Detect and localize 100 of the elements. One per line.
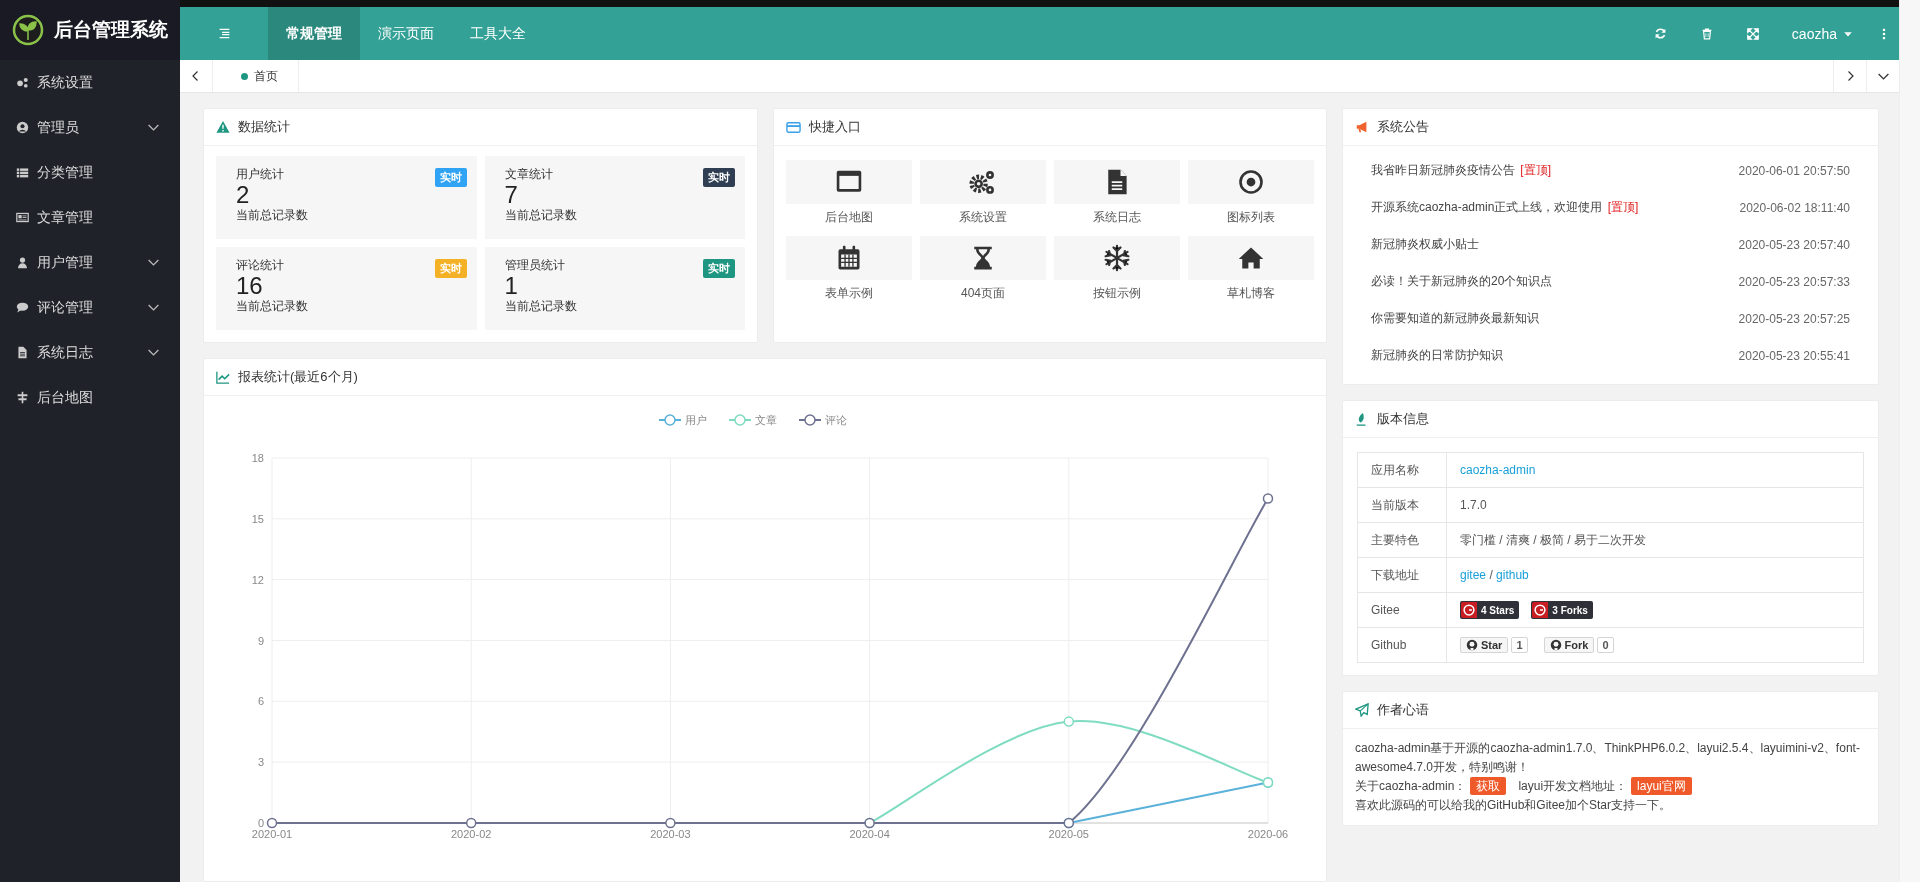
status-badge: 实时	[703, 259, 735, 278]
gears-icon	[969, 168, 997, 196]
notice-link[interactable]: 新冠肺炎权威小贴士	[1371, 236, 1479, 253]
table-cell: 下载地址	[1357, 557, 1447, 593]
axis-label: 2020-05	[1048, 828, 1089, 840]
notice-date: 2020-06-01 20:57:50	[1738, 163, 1850, 178]
notice-date: 2020-05-23 20:57:40	[1738, 237, 1850, 252]
notice-date: 2020-05-23 20:57:33	[1738, 274, 1850, 289]
closing-text: 喜欢此源码的可以给我的GitHub和Gitee加个Star支持一下。	[1355, 797, 1673, 814]
list-icon	[16, 166, 29, 179]
gitee-logo-icon	[1463, 604, 1475, 616]
axis-label: 2020-03	[650, 828, 691, 840]
speech-bubble-icon	[16, 301, 29, 314]
leaf-logo-icon	[12, 14, 44, 46]
notice-link[interactable]: 你需要知道的新冠肺炎最新知识	[1371, 310, 1539, 327]
trash-icon	[1700, 27, 1713, 40]
document-icon	[16, 346, 29, 359]
card-title: 数据统计	[238, 118, 290, 136]
sidebar-item[interactable]: 评论管理	[0, 285, 180, 330]
user-icon	[16, 256, 29, 269]
table-cell: 应用名称	[1357, 452, 1447, 488]
stat-value: 2	[236, 183, 250, 207]
legend-label: 评论	[825, 414, 847, 426]
data-point	[665, 817, 676, 829]
data-point	[465, 817, 477, 829]
axis-label: 2020-01	[251, 828, 293, 840]
megaphone-icon	[1355, 120, 1369, 134]
axis-label: 6	[257, 695, 264, 708]
docs-label: layui开发文档地址：	[1518, 779, 1628, 793]
leaf-icon	[1355, 412, 1369, 426]
stat-label: 用户统计	[236, 166, 284, 183]
credit-card-icon	[786, 119, 801, 135]
about-label: 关于caozha-admin：	[1355, 779, 1467, 793]
notice-link[interactable]: 我省昨日新冠肺炎疫情公告 [置顶]	[1371, 162, 1551, 179]
sidebar-item[interactable]: 文章管理	[0, 195, 180, 240]
data-point	[1063, 716, 1075, 727]
stat-note: 当前总记录数	[236, 298, 308, 315]
card-title: 版本信息	[1377, 410, 1429, 428]
version-value: 零门槛 / 清爽 / 极简 / 易于二次开发	[1460, 532, 1646, 547]
axis-label: 0	[257, 817, 264, 829]
sidebar-item[interactable]: 后台地图	[0, 375, 180, 420]
card-title: 作者心语	[1377, 701, 1429, 719]
legend-item[interactable]: 文章	[728, 414, 777, 426]
notice-date: 2020-05-23 20:55:41	[1738, 348, 1850, 363]
axis-label: 18	[251, 452, 264, 464]
app-title: 后台管理系统	[54, 18, 168, 42]
status-badge: 实时	[434, 168, 467, 187]
data-point	[266, 817, 278, 829]
axis-label: 2020-04	[849, 828, 890, 840]
data-point	[1262, 493, 1274, 504]
gears-icon	[16, 76, 29, 89]
sidebar-item[interactable]: 系统日志	[0, 330, 180, 375]
github-button[interactable]: Star	[1460, 637, 1509, 653]
newspaper-icon	[16, 211, 29, 224]
sidebar-item[interactable]: 分类管理	[0, 150, 180, 195]
gitee-logo-icon	[1534, 604, 1547, 616]
legend-item[interactable]: 评论	[798, 414, 847, 426]
paper-plane-icon	[1355, 703, 1369, 717]
stat-note: 当前总记录数	[504, 207, 577, 224]
menu-icon	[217, 27, 231, 40]
gitee-badge[interactable]: 4 Stars	[1460, 601, 1520, 619]
stat-label: 评论统计	[236, 257, 284, 274]
notice-date: 2020-06-02 18:11:40	[1739, 200, 1850, 215]
github-logo-icon	[1549, 639, 1562, 651]
github-count: 0	[1597, 637, 1614, 653]
nav-tab[interactable]: 常规管理	[268, 7, 360, 60]
target-icon	[1237, 168, 1265, 196]
user-circle-icon	[16, 121, 29, 134]
notice-link[interactable]: 必读！关于新冠肺炎的20个知识点	[1371, 273, 1553, 290]
stat-label: 管理员统计	[504, 257, 565, 274]
notice-date: 2020-05-23 20:57:25	[1738, 311, 1850, 326]
line-chart-icon	[216, 370, 230, 384]
card-title: 快捷入口	[809, 118, 861, 136]
github-logo-icon	[1466, 639, 1478, 651]
axis-label: 2020-06	[1247, 828, 1289, 840]
page-tab[interactable]: 首页	[213, 60, 299, 92]
stat-note: 当前总记录数	[236, 207, 308, 224]
stat-note: 当前总记录数	[504, 298, 577, 315]
card-title: 报表统计(最近6个月)	[238, 368, 358, 386]
notice-link[interactable]: 开源系统caozha-admin正式上线，欢迎使用 [置顶]	[1371, 199, 1639, 216]
table-cell: Github	[1357, 627, 1447, 663]
gitee-badge[interactable]: 3 Forks	[1531, 601, 1593, 619]
sidebar-item[interactable]: 管理员	[0, 105, 180, 150]
github-button[interactable]: Fork	[1543, 637, 1595, 653]
legend-item[interactable]: 用户	[658, 414, 707, 426]
table-cell: Gitee	[1357, 592, 1447, 628]
intro-text: caozha-admin基于开源的caozha-admin1.7.0、ThinkPHP6.0.2、layui2.5.4、layuimini-v2、font-awesome4.7.0开发，特别鸣谢！	[1355, 740, 1861, 776]
axis-label: 12	[251, 573, 264, 586]
stat-value: 1	[504, 274, 518, 298]
separator: /	[1489, 568, 1493, 582]
sidebar-item[interactable]: 系统设置	[0, 60, 180, 105]
stat-label: 文章统计	[504, 166, 553, 183]
table-cell: 当前版本	[1357, 487, 1447, 523]
github-count: 1	[1511, 637, 1528, 653]
refresh-icon	[1654, 27, 1668, 40]
card-title: 系统公告	[1377, 118, 1429, 136]
sidebar-item[interactable]: 用户管理	[0, 240, 180, 285]
axis-label: 2020-02	[451, 828, 492, 840]
axis-label: 15	[251, 512, 264, 525]
notice-link[interactable]: 新冠肺炎的日常防护知识	[1371, 347, 1503, 364]
